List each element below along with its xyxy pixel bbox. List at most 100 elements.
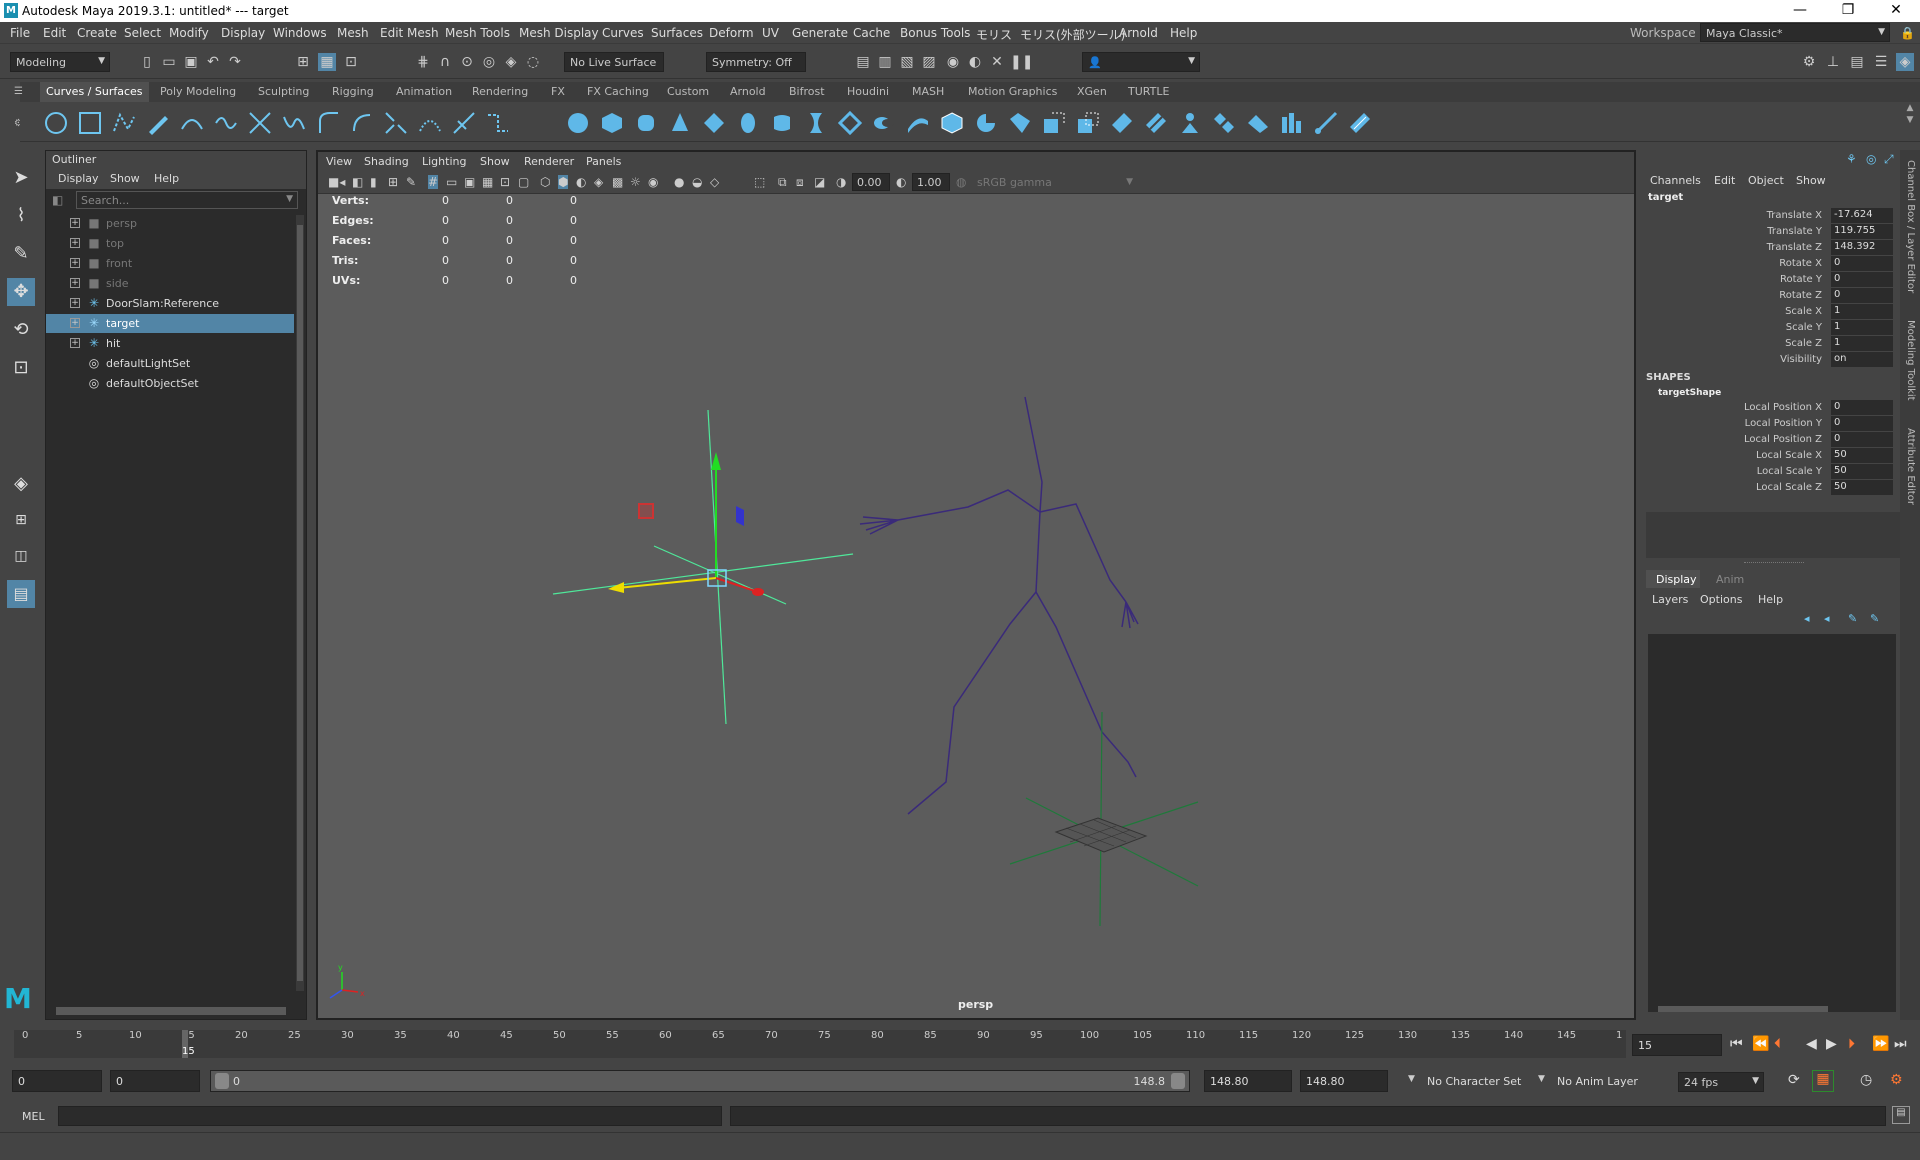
select-tool-icon[interactable]: ➤ bbox=[7, 164, 35, 192]
menu-edit[interactable]: Edit bbox=[43, 26, 66, 40]
symmetry-dropdown[interactable]: Symmetry: Off bbox=[706, 52, 806, 72]
channel-local-position-z[interactable]: Local Position Z 0 bbox=[1644, 432, 1900, 448]
rotate-tool-icon[interactable]: ⟲ bbox=[7, 316, 35, 344]
channel-box-menu-edit[interactable]: Edit bbox=[1714, 174, 1735, 187]
menu-windows[interactable]: Windows bbox=[273, 26, 327, 40]
channel-value[interactable]: 0 bbox=[1831, 256, 1893, 271]
channel-value[interactable]: 0 bbox=[1831, 432, 1893, 447]
shelf-tab-rigging[interactable]: Rigging bbox=[332, 85, 374, 98]
menu-select[interactable]: Select bbox=[124, 26, 161, 40]
channel-box-menu-show[interactable]: Show bbox=[1796, 174, 1826, 187]
range-slider-bar[interactable]: 0 148.8 bbox=[210, 1070, 1190, 1092]
panel-splitter-handle[interactable] bbox=[1744, 562, 1804, 565]
shelf-tab-custom[interactable]: Custom bbox=[667, 85, 709, 98]
channel-local-position-x[interactable]: Local Position X 0 bbox=[1644, 400, 1900, 416]
expand-icon[interactable]: + bbox=[70, 318, 80, 328]
channel-local-scale-z[interactable]: Local Scale Z 50 bbox=[1644, 480, 1900, 496]
outliner-item-front[interactable]: + ■ front bbox=[46, 254, 294, 273]
stitch-icon[interactable] bbox=[1178, 111, 1202, 135]
script-language-label[interactable]: MEL bbox=[22, 1110, 45, 1123]
channel-value[interactable]: on bbox=[1831, 352, 1893, 367]
ipr-render-icon[interactable]: ▧ bbox=[898, 53, 916, 71]
attach-surfaces-icon[interactable] bbox=[1212, 111, 1236, 135]
nurbs-cube-icon[interactable] bbox=[600, 111, 624, 135]
outliner-layout-icon[interactable]: ▤ bbox=[7, 580, 35, 608]
nurbs-torus-icon[interactable] bbox=[736, 111, 760, 135]
new-scene-icon[interactable]: ▯ bbox=[138, 53, 156, 71]
range-start-handle[interactable] bbox=[215, 1073, 229, 1089]
outliner-search-input[interactable]: Search... ▼ bbox=[76, 191, 298, 209]
channel-value[interactable]: 1 bbox=[1831, 336, 1893, 351]
nurbs-cone-icon[interactable] bbox=[668, 111, 692, 135]
channel-value[interactable]: 0 bbox=[1831, 288, 1893, 303]
layer-tab-display[interactable]: Display bbox=[1646, 570, 1700, 588]
planar-icon[interactable] bbox=[838, 111, 862, 135]
outliner-horizontal-scrollbar[interactable] bbox=[56, 1007, 286, 1015]
revolve-icon[interactable] bbox=[770, 111, 794, 135]
filter-icon[interactable]: ◧ bbox=[52, 193, 68, 209]
channel-box-menu-object[interactable]: Object bbox=[1748, 174, 1784, 187]
shelf-tab-arnold[interactable]: Arnold bbox=[730, 85, 766, 98]
channel-value[interactable]: 0 bbox=[1831, 272, 1893, 287]
outliner-item-top[interactable]: + ■ top bbox=[46, 234, 294, 253]
scale-tool-icon[interactable]: ⊡ bbox=[7, 354, 35, 382]
sculpt-geometry-icon[interactable] bbox=[1280, 111, 1304, 135]
detach-curves-icon[interactable] bbox=[282, 111, 306, 135]
birail-icon[interactable] bbox=[906, 111, 930, 135]
trim-tool-icon[interactable] bbox=[1110, 111, 1134, 135]
nurbs-square-icon[interactable] bbox=[78, 111, 102, 135]
skeleton-rig[interactable] bbox=[859, 396, 1139, 815]
side-tab-modeling-toolkit[interactable]: Modeling Toolkit bbox=[1905, 320, 1916, 401]
outliner-item-target[interactable]: + ✳ target bbox=[46, 314, 294, 333]
menu-mesh-display[interactable]: Mesh Display bbox=[519, 26, 599, 40]
detach-surfaces-icon[interactable] bbox=[1246, 111, 1270, 135]
menu-create[interactable]: Create bbox=[77, 26, 117, 40]
ep-curve-icon[interactable] bbox=[180, 111, 204, 135]
cv-curve-icon[interactable] bbox=[112, 111, 136, 135]
side-tab-attribute-editor[interactable]: Attribute Editor bbox=[1905, 428, 1916, 505]
loop-icon[interactable]: ⟳ bbox=[1788, 1072, 1800, 1088]
animation-preferences-icon[interactable]: ⚙ bbox=[1890, 1072, 1903, 1088]
channel-translate-z[interactable]: Translate Z 148.392 bbox=[1644, 240, 1900, 256]
scene-start-field[interactable]: 0 bbox=[12, 1070, 102, 1092]
expand-icon[interactable]: + bbox=[70, 278, 80, 288]
channel-local-scale-x[interactable]: Local Scale X 50 bbox=[1644, 448, 1900, 464]
shelf-tab-bifrost[interactable]: Bifrost bbox=[789, 85, 825, 98]
range-end-handle[interactable] bbox=[1171, 1073, 1185, 1089]
render-frame-icon[interactable]: ▥ bbox=[876, 53, 894, 71]
fillet-curve-icon[interactable] bbox=[486, 111, 510, 135]
outliner-menu-display[interactable]: Display bbox=[58, 172, 99, 185]
nurbs-plane-icon[interactable] bbox=[702, 111, 726, 135]
layer-horizontal-scrollbar[interactable] bbox=[1658, 1006, 1828, 1012]
channel-box-toggle-icon[interactable]: ⚘ bbox=[1846, 152, 1857, 166]
snap-grid-icon[interactable]: ⋕ bbox=[414, 53, 432, 71]
channel-box-menu-channels[interactable]: Channels bbox=[1650, 174, 1701, 187]
snap-live-icon[interactable]: ◌ bbox=[524, 53, 542, 71]
menu-cache[interactable]: Cache bbox=[853, 26, 890, 40]
save-scene-icon[interactable]: ▣ bbox=[182, 53, 200, 71]
menu-uv[interactable]: UV bbox=[762, 26, 779, 40]
chevron-down-icon[interactable]: ▼ bbox=[1408, 1074, 1415, 1084]
extend-curve-icon[interactable] bbox=[350, 111, 374, 135]
channel-box-toggle-icon[interactable]: ☰ bbox=[1872, 53, 1890, 71]
square-surface-icon[interactable] bbox=[1008, 111, 1032, 135]
outliner-item-side[interactable]: + ■ side bbox=[46, 274, 294, 293]
channel-value[interactable]: 119.755 bbox=[1831, 224, 1893, 239]
playback-settings-icon[interactable]: ◷ bbox=[1860, 1072, 1872, 1088]
pencil-curve-icon[interactable] bbox=[146, 111, 170, 135]
channel-value[interactable]: 0 bbox=[1831, 400, 1893, 415]
attribute-editor-toggle-icon[interactable]: ◎ bbox=[1866, 152, 1876, 166]
shelf-tab-houdini[interactable]: Houdini bbox=[847, 85, 889, 98]
bevel-plus-icon[interactable] bbox=[940, 111, 964, 135]
attach-curves-icon[interactable] bbox=[248, 111, 272, 135]
channel-scale-z[interactable]: Scale Z 1 bbox=[1644, 336, 1900, 352]
maximize-button[interactable]: ❐ bbox=[1828, 0, 1868, 22]
shelf-tab-turtle[interactable]: TURTLE bbox=[1128, 85, 1169, 98]
outliner-item-hit[interactable]: + ✳ hit bbox=[46, 334, 294, 353]
intersect-surfaces-icon[interactable] bbox=[1076, 111, 1100, 135]
minimize-button[interactable]: — bbox=[1780, 0, 1820, 22]
menu-set-dropdown[interactable]: Modeling ▼ bbox=[10, 52, 110, 72]
layer-tab-anim[interactable]: Anim bbox=[1716, 573, 1744, 586]
workspace-dropdown[interactable]: Maya Classic* ▼ bbox=[1700, 23, 1890, 42]
auto-key-icon[interactable]: ▦ bbox=[1812, 1070, 1834, 1092]
